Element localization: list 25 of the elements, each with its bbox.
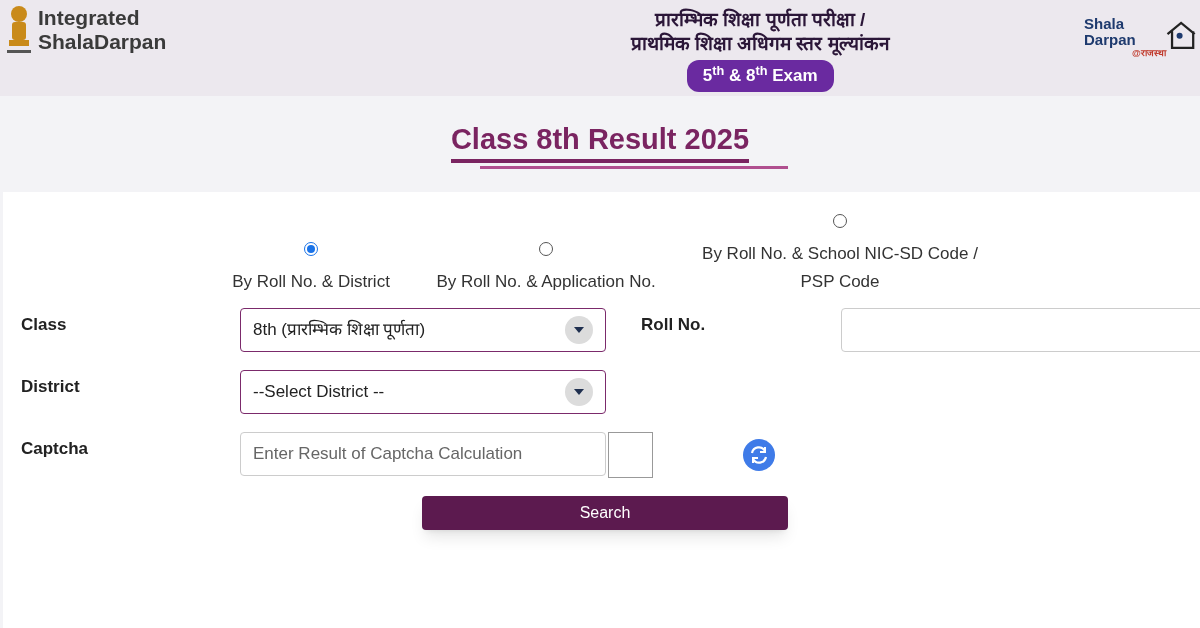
logo-text: Integrated — [38, 6, 141, 30]
field-label: Class — [21, 314, 68, 336]
input-field[interactable]: Enter Result of Captcha Calculation — [240, 432, 606, 476]
field-label: District — [21, 376, 81, 398]
radio-option[interactable]: By Roll No. & Application No. — [421, 242, 671, 296]
radio-option[interactable]: By Roll No. & District — [221, 242, 401, 296]
radio-option[interactable]: By Roll No. & School NIC-SD Code / PSP Code — [685, 214, 995, 296]
field-label: Roll No. — [641, 314, 707, 336]
logo-text: Shala — [1084, 16, 1125, 32]
search-button[interactable]: Search — [422, 496, 788, 530]
captcha-image — [608, 432, 653, 478]
exam-badge: 5$^{th}$ & 8$^{th}$ Exam — [686, 60, 834, 92]
select-field[interactable]: 8th (प्रारम्भिक शिक्षा पूर्णता) — [240, 308, 606, 352]
heading-text: प्राथमिक शिक्षा अधिगम स्तर मूल्यांकन — [630, 32, 890, 56]
dropdown-caret-icon — [565, 316, 593, 344]
logo-tagline: @राजस्था — [1131, 48, 1166, 59]
select-field[interactable]: --Select District -- — [240, 370, 606, 414]
dropdown-caret-icon — [565, 378, 593, 406]
logo-text: ShalaDarpan — [38, 30, 167, 54]
refresh-icon[interactable] — [743, 439, 775, 471]
field-label: Captcha — [21, 438, 90, 460]
input-field[interactable] — [841, 308, 1200, 352]
logo-text: Darpan — [1084, 32, 1137, 48]
heading-text: प्रारम्भिक शिक्षा पूर्णता परीक्षा / — [655, 8, 866, 32]
emblem-icon — [4, 4, 34, 56]
